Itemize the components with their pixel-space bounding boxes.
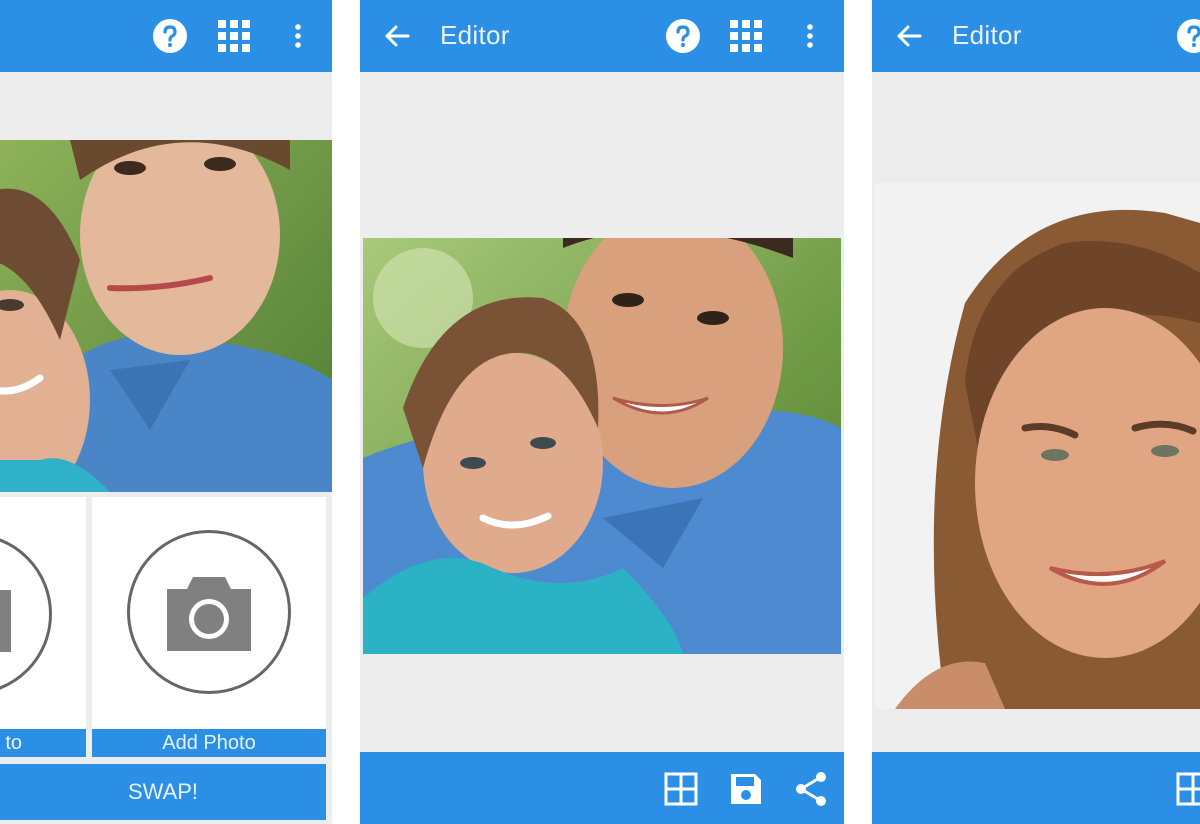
app-bar [0, 0, 332, 72]
bottom-action-bar [360, 752, 844, 824]
photo-slot-left[interactable] [0, 497, 86, 729]
swapped-face-photo [875, 183, 1200, 709]
app-bar: Editor [872, 0, 1200, 72]
swap-screen: to Add Photo SWAP! [0, 0, 332, 824]
back-arrow-icon[interactable] [384, 24, 410, 48]
camera-icon [0, 590, 11, 652]
more-vert-icon[interactable] [290, 22, 306, 50]
app-bar: Editor [360, 0, 844, 72]
editor-screen-single: Editor [872, 0, 1200, 824]
merged-face-photo [0, 140, 332, 492]
bottom-action-bar [872, 752, 1200, 824]
collage-icon[interactable] [664, 772, 698, 806]
grid-apps-icon[interactable] [216, 18, 252, 54]
add-photo-label-left[interactable]: to [0, 729, 86, 757]
share-icon[interactable] [794, 771, 828, 807]
back-arrow-icon[interactable] [896, 24, 922, 48]
add-photo-label-right[interactable]: Add Photo [92, 729, 326, 757]
help-icon[interactable] [665, 18, 701, 54]
camera-button[interactable] [0, 533, 52, 695]
collage-icon[interactable] [1176, 772, 1200, 806]
swap-button[interactable]: SWAP! [0, 764, 326, 820]
edited-face-photo [363, 238, 841, 654]
camera-icon [167, 577, 251, 651]
toolbar-title: Editor [440, 20, 510, 50]
add-photo-label-text: to [5, 732, 22, 754]
editor-screen: Editor [360, 0, 844, 824]
more-vert-icon[interactable] [802, 22, 818, 50]
photo-slot-right[interactable] [92, 497, 326, 729]
help-icon[interactable] [152, 18, 188, 54]
help-icon[interactable] [1176, 18, 1200, 54]
grid-apps-icon[interactable] [728, 18, 764, 54]
save-icon[interactable] [729, 772, 763, 806]
camera-button[interactable] [127, 530, 291, 694]
toolbar-title: Editor [952, 20, 1022, 50]
